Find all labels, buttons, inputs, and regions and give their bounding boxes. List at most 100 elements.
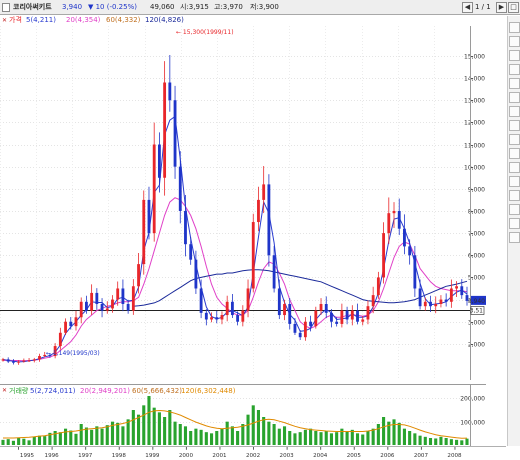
- rectangle-tool-icon[interactable]: [509, 134, 520, 145]
- grid-tool-icon[interactable]: [509, 218, 520, 229]
- volume-bar: [444, 438, 448, 445]
- volume-bar: [293, 433, 297, 445]
- v120-legend[interactable]: 120(6,302,448): [181, 386, 235, 396]
- open-price: 시:3,915: [180, 3, 209, 11]
- volume-bar: [74, 433, 78, 445]
- v20-legend[interactable]: 20(2,949,201): [80, 386, 130, 396]
- next-page-button[interactable]: ▶: [496, 2, 507, 13]
- volume-bar: [147, 396, 151, 445]
- v60-legend[interactable]: 60(5,666,432): [132, 386, 182, 396]
- volume-bar: [11, 440, 15, 445]
- price-chart[interactable]: ← 15,300(1999/11)← 1,149(1995/03) 2,0003…: [0, 26, 486, 380]
- x-tick-label: 2007: [414, 453, 429, 459]
- x-tick-label: 2000: [179, 453, 194, 459]
- crosshair-tool-icon[interactable]: [509, 22, 520, 33]
- volume-bar: [43, 436, 47, 445]
- fibonacci-tool-icon[interactable]: [509, 92, 520, 103]
- low-annotation: ← 1,149(1995/03): [46, 350, 100, 357]
- volume-bar: [319, 432, 323, 445]
- volume-bar: [246, 414, 250, 445]
- candle-body: [225, 301, 229, 316]
- volume-bar: [418, 435, 422, 445]
- volume-bar: [209, 433, 214, 445]
- volume-bar: [79, 424, 83, 445]
- candle-body: [434, 303, 438, 307]
- x-tick-label: 1998: [112, 453, 127, 459]
- indicator-close-icon[interactable]: ✕: [2, 15, 7, 26]
- prev-page-button[interactable]: ◀: [462, 2, 473, 13]
- candle-body: [38, 356, 41, 360]
- candle-body: [371, 295, 375, 307]
- ma60-legend[interactable]: 60(4,332): [106, 15, 140, 26]
- candle-body: [178, 166, 182, 211]
- candle-body: [288, 303, 292, 324]
- candle-body: [64, 321, 67, 333]
- circle-tool-icon[interactable]: [509, 148, 520, 159]
- candle-body: [460, 286, 464, 296]
- candle-body: [423, 301, 427, 307]
- volume-bar: [408, 431, 412, 445]
- channel-tool-icon[interactable]: [509, 78, 520, 89]
- candle-body: [17, 361, 21, 363]
- volume-bar: [225, 421, 229, 445]
- zoom-in-tool-icon[interactable]: [509, 176, 520, 187]
- volume-bar: [350, 429, 354, 445]
- candle-body: [152, 144, 156, 234]
- vol-tick-label: 200,000: [460, 396, 485, 403]
- price-legend-title[interactable]: 가격: [9, 15, 22, 26]
- restore-button[interactable]: □: [508, 2, 519, 13]
- candle-body: [397, 210, 401, 229]
- ma20-legend[interactable]: 20(4,354): [66, 15, 100, 26]
- volume-bar: [116, 422, 120, 445]
- volume-bar: [288, 431, 292, 445]
- candle-body: [84, 301, 88, 311]
- page-indicator: 1 / 1: [475, 3, 491, 11]
- candle-body: [439, 299, 443, 304]
- candle-body: [298, 332, 302, 338]
- volume-bar: [137, 414, 141, 445]
- current-price: 3,940: [62, 3, 83, 11]
- delete-tool-icon[interactable]: [509, 162, 520, 173]
- x-tick-label: 1997: [78, 453, 93, 459]
- settings-tool-icon[interactable]: [509, 204, 520, 215]
- y-tick-label: 12,000: [464, 120, 485, 127]
- stock-name[interactable]: 코리아써키트: [13, 3, 52, 12]
- x-tick-label: 2002: [246, 453, 260, 459]
- candle-body: [314, 310, 318, 327]
- volume-close-icon[interactable]: ✕: [2, 386, 7, 396]
- volume-bar: [371, 428, 375, 445]
- volume-bar: [215, 431, 219, 445]
- candle-body: [392, 210, 396, 214]
- horizontal-line-tool-icon[interactable]: [509, 50, 520, 61]
- volume-bar: [309, 428, 313, 445]
- candle-body: [173, 100, 177, 167]
- ma5-legend[interactable]: 5(4,211): [26, 15, 56, 26]
- ma120-legend[interactable]: 120(4,826): [145, 15, 184, 26]
- arrow-tool-icon[interactable]: [509, 120, 520, 131]
- volume-bar: [382, 417, 386, 445]
- print-tool-icon[interactable]: [509, 232, 520, 243]
- volume-bar: [27, 440, 31, 445]
- x-tick-label: 2006: [380, 453, 395, 459]
- volume-bar: [58, 432, 62, 445]
- x-tick-label: 2008: [447, 453, 462, 459]
- text-tool-icon[interactable]: [509, 106, 520, 117]
- chart-icon[interactable]: [2, 3, 10, 12]
- zoom-out-tool-icon[interactable]: [509, 190, 520, 201]
- vertical-line-tool-icon[interactable]: [509, 64, 520, 75]
- candle-body: [230, 301, 234, 316]
- volume-legend-title[interactable]: 거래량: [9, 386, 28, 396]
- volume-bar: [194, 428, 198, 445]
- candle-body: [257, 199, 260, 223]
- low-price: 저:3,900: [250, 3, 279, 11]
- volume-bar: [84, 427, 88, 445]
- candle-body: [32, 359, 36, 361]
- x-tick-label: 1999: [145, 453, 160, 459]
- candle-body: [163, 82, 167, 178]
- candle-body: [131, 286, 135, 311]
- v5-legend[interactable]: 5(2,724,011): [30, 386, 76, 396]
- candle-body: [387, 213, 391, 234]
- trendline-tool-icon[interactable]: [509, 36, 520, 47]
- candle-body: [69, 321, 73, 327]
- volume-bar: [413, 433, 417, 445]
